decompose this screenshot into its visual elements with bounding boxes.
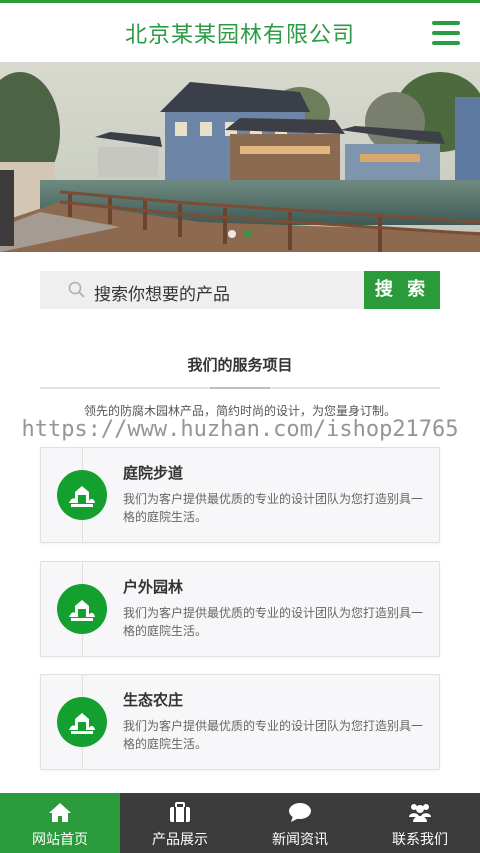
service-desc: 我们为客户提供最优质的专业的设计团队为您打造别具一格的庭院生活。	[123, 492, 424, 524]
service-desc: 我们为客户提供最优质的专业的设计团队为您打造别具一格的庭院生活。	[123, 606, 424, 638]
hero-banner[interactable]	[0, 62, 480, 252]
users-icon	[409, 804, 431, 822]
slider-dots[interactable]	[0, 223, 480, 242]
nav-label: 新闻资讯	[272, 832, 328, 848]
service-card[interactable]: 户外园林 我们为客户提供最优质的专业的设计团队为您打造别具一格的庭院生活。	[40, 561, 440, 657]
service-card[interactable]: 庭院步道 我们为客户提供最优质的专业的设计团队为您打造别具一格的庭院生活。	[40, 447, 440, 543]
nav-item-contact[interactable]: 联系我们	[360, 793, 480, 853]
hamburger-menu-icon[interactable]	[432, 21, 460, 45]
watermark-text: https://www.huzhan.com/ishop21765	[21, 417, 459, 442]
garden-icon	[57, 470, 107, 520]
search-icon	[68, 281, 85, 298]
search-placeholder: 搜索你想要的产品	[94, 285, 230, 305]
service-name: 生态农庄	[123, 691, 184, 709]
home-icon	[49, 803, 71, 822]
garden-icon	[57, 697, 107, 747]
service-desc: 我们为客户提供最优质的专业的设计团队为您打造别具一格的庭院生活。	[123, 719, 424, 751]
chat-bubble-icon	[289, 803, 311, 822]
nav-item-home[interactable]: 网站首页	[0, 793, 120, 853]
service-name: 庭院步道	[123, 464, 184, 482]
slider-dot[interactable]	[228, 230, 236, 238]
service-name: 户外园林	[123, 578, 184, 596]
briefcase-icon	[170, 802, 190, 822]
section-title: 我们的服务项目	[187, 356, 293, 374]
nav-label: 网站首页	[32, 832, 88, 848]
search-button[interactable]: 搜 索	[364, 271, 440, 309]
nav-item-products[interactable]: 产品展示	[120, 793, 240, 853]
site-brand[interactable]: 北京某某园林有限公司	[0, 17, 480, 49]
header: 北京某某园林有限公司	[0, 0, 480, 62]
nav-item-news[interactable]: 新闻资讯	[240, 793, 360, 853]
search-bar: 搜索你想要的产品 搜 索	[40, 271, 440, 309]
nav-label: 产品展示	[152, 832, 208, 848]
slider-dot-active[interactable]	[244, 230, 252, 238]
title-divider	[40, 387, 440, 389]
nav-label: 联系我们	[392, 832, 448, 848]
bottom-nav: 网站首页 产品展示 新闻资讯 联系我们	[0, 793, 480, 853]
search-input[interactable]: 搜索你想要的产品	[40, 271, 364, 309]
service-card[interactable]: 生态农庄 我们为客户提供最优质的专业的设计团队为您打造别具一格的庭院生活。	[40, 674, 440, 770]
garden-icon	[57, 584, 107, 634]
